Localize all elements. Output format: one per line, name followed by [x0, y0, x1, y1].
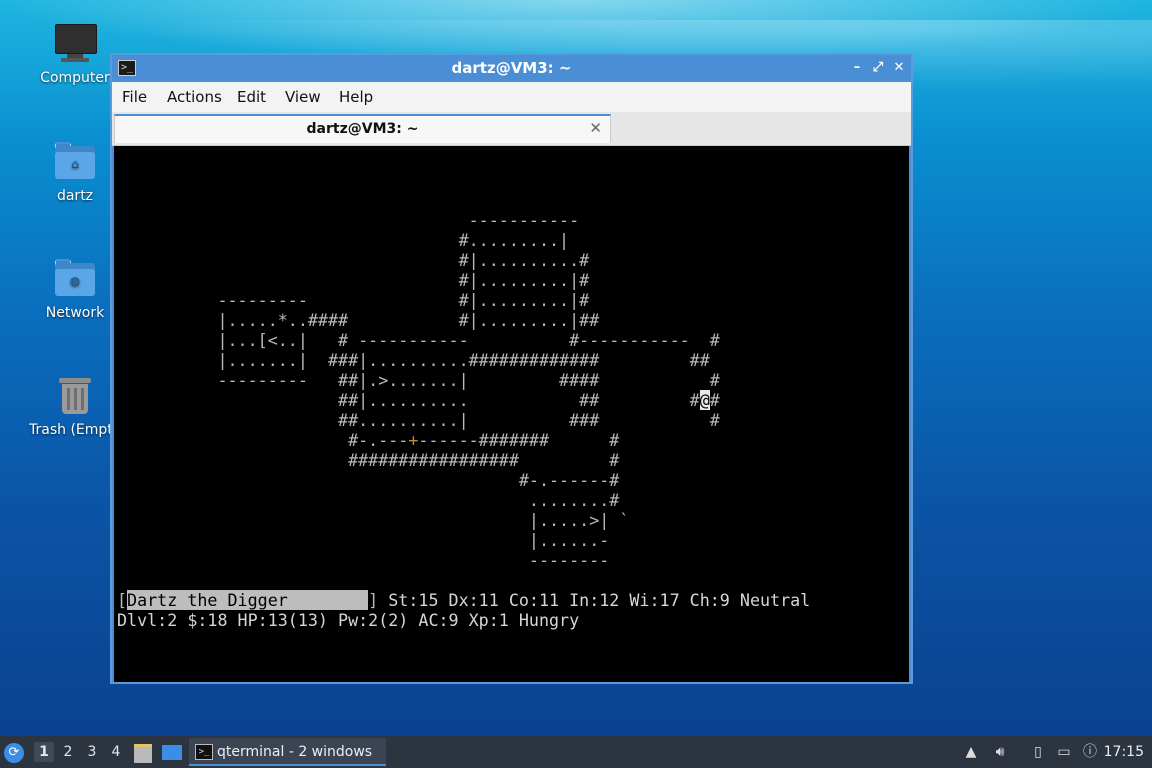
- lxqt-logo-icon: ⟳: [4, 743, 24, 763]
- volume-icon[interactable]: 🔊︎: [991, 743, 1009, 761]
- file-manager-icon: [134, 744, 152, 763]
- window-titlebar[interactable]: >_ dartz@VM3: ~ – ⤢ ✕: [112, 55, 911, 82]
- menu-edit[interactable]: Edit: [237, 88, 266, 106]
- trash-icon: [53, 374, 97, 418]
- menu-actions[interactable]: Actions: [167, 88, 222, 106]
- notification-icon[interactable]: ⓘ: [1081, 743, 1099, 761]
- nethack-screen: ----------- #.........| #|..........# #|…: [117, 210, 811, 630]
- taskbar: ⟳ 1 2 3 4 >_ qterminal - 2 windows ▲ 🔊︎ …: [0, 736, 1152, 768]
- terminal-window: >_ dartz@VM3: ~ – ⤢ ✕ File Actions Edit …: [110, 53, 913, 684]
- menu-help[interactable]: Help: [339, 88, 373, 106]
- clock: 17:15: [1103, 744, 1144, 760]
- task-qterminal[interactable]: >_ qterminal - 2 windows: [189, 738, 386, 766]
- maximize-button[interactable]: ⤢: [869, 59, 887, 77]
- up-arrow-icon[interactable]: ▲: [962, 743, 980, 761]
- minimize-button[interactable]: –: [848, 59, 866, 77]
- tab-terminal[interactable]: dartz@VM3: ~ ✕: [114, 114, 611, 143]
- computer-icon: [53, 22, 97, 66]
- menu-bar: File Actions Edit View Help: [112, 82, 911, 112]
- tab-close-icon[interactable]: ✕: [589, 119, 602, 137]
- desktop-switch-1[interactable]: 1: [34, 742, 54, 762]
- file-manager-launcher[interactable]: [134, 736, 156, 768]
- menu-view[interactable]: View: [285, 88, 321, 106]
- terminal-icon: >_: [195, 744, 213, 760]
- desktop-icon: [162, 745, 182, 760]
- tab-label: dartz@VM3: ~: [306, 121, 419, 137]
- desktop-icon-label: Trash (Empty): [29, 422, 110, 438]
- character-name: Dartz the Digger: [127, 590, 369, 610]
- clipboard-icon[interactable]: ▯: [1029, 743, 1047, 761]
- desktop-icon-trash[interactable]: Trash (Empty): [20, 374, 110, 438]
- door-glyph: +: [408, 430, 419, 450]
- player-cursor: @: [699, 390, 710, 410]
- task-label: qterminal - 2 windows: [217, 744, 373, 760]
- start-menu-button[interactable]: ⟳: [4, 736, 28, 768]
- show-desktop-button[interactable]: [162, 736, 184, 768]
- home-folder-icon: ⌂: [53, 140, 97, 184]
- desktop-switch-4[interactable]: 4: [106, 742, 126, 762]
- network-icon[interactable]: ▭: [1055, 743, 1073, 761]
- stats-line-2: Dlvl:2 $:18 HP:13(13) Pw:2(2) AC:9 Xp:1 …: [117, 610, 580, 630]
- desktop-switch-3[interactable]: 3: [82, 742, 102, 762]
- desktop-switch-2[interactable]: 2: [58, 742, 78, 762]
- terminal-area[interactable]: ----------- #.........| #|..........# #|…: [114, 146, 909, 682]
- menu-file[interactable]: File: [122, 88, 147, 106]
- close-button[interactable]: ✕: [890, 59, 908, 77]
- tab-bar: dartz@VM3: ~ ✕: [112, 112, 911, 146]
- window-title: dartz@VM3: ~: [451, 59, 572, 77]
- network-folder-icon: ◍: [53, 257, 97, 301]
- stats-line-1: St:15 Dx:11 Co:11 In:12 Wi:17 Ch:9 Neutr…: [388, 590, 811, 610]
